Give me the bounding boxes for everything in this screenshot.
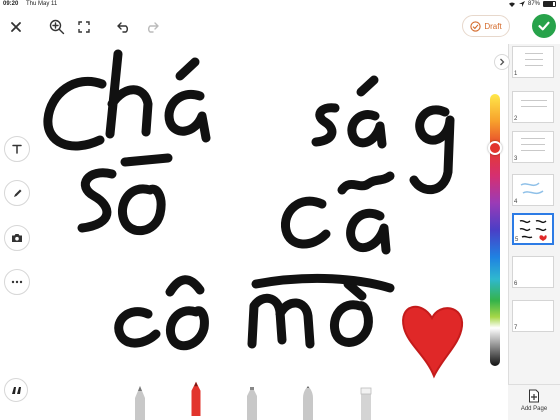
ink-stroke (337, 171, 395, 195)
checkmark-icon (538, 21, 550, 31)
ink-stroke (251, 273, 395, 293)
zoom-in-icon (49, 19, 65, 35)
chevron-right-icon (500, 58, 505, 66)
close-icon (11, 22, 21, 32)
fullscreen-button[interactable] (72, 15, 96, 39)
pen-tool-button[interactable] (4, 180, 30, 206)
add-page-button[interactable]: Add Page (508, 384, 560, 420)
page-thumbnail[interactable]: 7 (512, 300, 554, 332)
page-number: 4 (514, 199, 518, 205)
undo-button[interactable] (112, 15, 136, 39)
quote-icon (11, 386, 21, 394)
ink-stroke (311, 103, 340, 147)
close-button[interactable] (4, 15, 28, 39)
heart-drawing (402, 305, 464, 379)
ink-stroke (347, 110, 387, 149)
status-right: 87% (508, 1, 556, 7)
pen-icon (13, 189, 21, 197)
add-page-icon (529, 389, 539, 403)
thumbnail-sketch (519, 219, 547, 241)
ink-stroke (356, 75, 379, 97)
ink-stroke (175, 57, 200, 81)
more-options-button[interactable] (4, 269, 30, 295)
page-thumbnail[interactable]: 3 (512, 131, 554, 163)
status-date: Thu May 11 (26, 1, 58, 7)
ink-stroke (330, 300, 373, 347)
highlighter-tool[interactable] (244, 384, 260, 420)
page-number: 1 (514, 71, 518, 77)
page-number: 2 (514, 116, 518, 122)
ink-stroke (247, 293, 315, 349)
ink-stroke (165, 275, 205, 297)
add-page-label: Add Page (520, 406, 548, 412)
status-bar: 09:20 Thu May 11 87% (0, 0, 560, 10)
ink-stroke (120, 153, 173, 167)
text-tool-button[interactable] (4, 136, 30, 162)
camera-icon (12, 234, 22, 242)
zoom-button[interactable] (45, 15, 69, 39)
drawing-canvas[interactable] (30, 44, 488, 392)
status-time: 09:20 (3, 1, 19, 7)
text-icon (12, 144, 22, 154)
done-button[interactable] (532, 14, 556, 38)
redo-icon (148, 22, 159, 33)
quote-button[interactable] (4, 378, 28, 402)
camera-button[interactable] (4, 225, 30, 251)
page-thumbnail-active[interactable]: 5 (512, 213, 554, 245)
ink-stroke (280, 196, 331, 249)
color-slider-knob[interactable] (488, 141, 502, 155)
ink-stroke (77, 168, 117, 233)
drawing-editor-screen: 09:20 Thu May 11 87% Draft 1 2 3 4 5 6 7… (0, 0, 560, 420)
draft-check-icon (470, 20, 481, 32)
page-thumbnail[interactable]: 4 (512, 174, 554, 206)
top-toolbar: Draft (0, 10, 560, 44)
location-icon (518, 1, 525, 7)
pencil-tool[interactable] (132, 384, 148, 420)
ink-stroke (166, 306, 209, 351)
page-thumbnail[interactable]: 6 (512, 256, 554, 288)
color-slider[interactable] (490, 94, 500, 366)
ink-stroke (346, 209, 391, 255)
battery-icon (543, 1, 556, 7)
ink-stroke (118, 184, 166, 235)
ink-stroke (105, 49, 153, 139)
more-icon (11, 280, 23, 284)
brush-tool[interactable] (300, 384, 316, 420)
ink-stroke (43, 76, 107, 151)
redo-button[interactable] (140, 15, 164, 39)
page-number: 7 (514, 325, 518, 331)
ink-stroke (164, 89, 211, 143)
battery-percent: 87% (527, 1, 540, 7)
undo-icon (117, 22, 128, 33)
thumbnail-sketch (520, 182, 544, 195)
page-thumbnail[interactable]: 1 (512, 46, 554, 78)
draft-button[interactable]: Draft (462, 15, 510, 37)
ink-stroke (409, 105, 455, 194)
collapse-sidebar-button[interactable] (494, 54, 510, 70)
page-number: 6 (514, 281, 518, 287)
eraser-tool[interactable] (358, 384, 374, 420)
marker-tool-active[interactable] (188, 380, 204, 416)
draft-label: Draft (484, 21, 502, 31)
page-number: 5 (515, 237, 519, 243)
fullscreen-icon (78, 21, 90, 33)
page-thumbnail[interactable]: 2 (512, 91, 554, 123)
wifi-icon (508, 2, 515, 7)
ink-stroke (114, 307, 161, 348)
page-number: 3 (514, 156, 518, 162)
